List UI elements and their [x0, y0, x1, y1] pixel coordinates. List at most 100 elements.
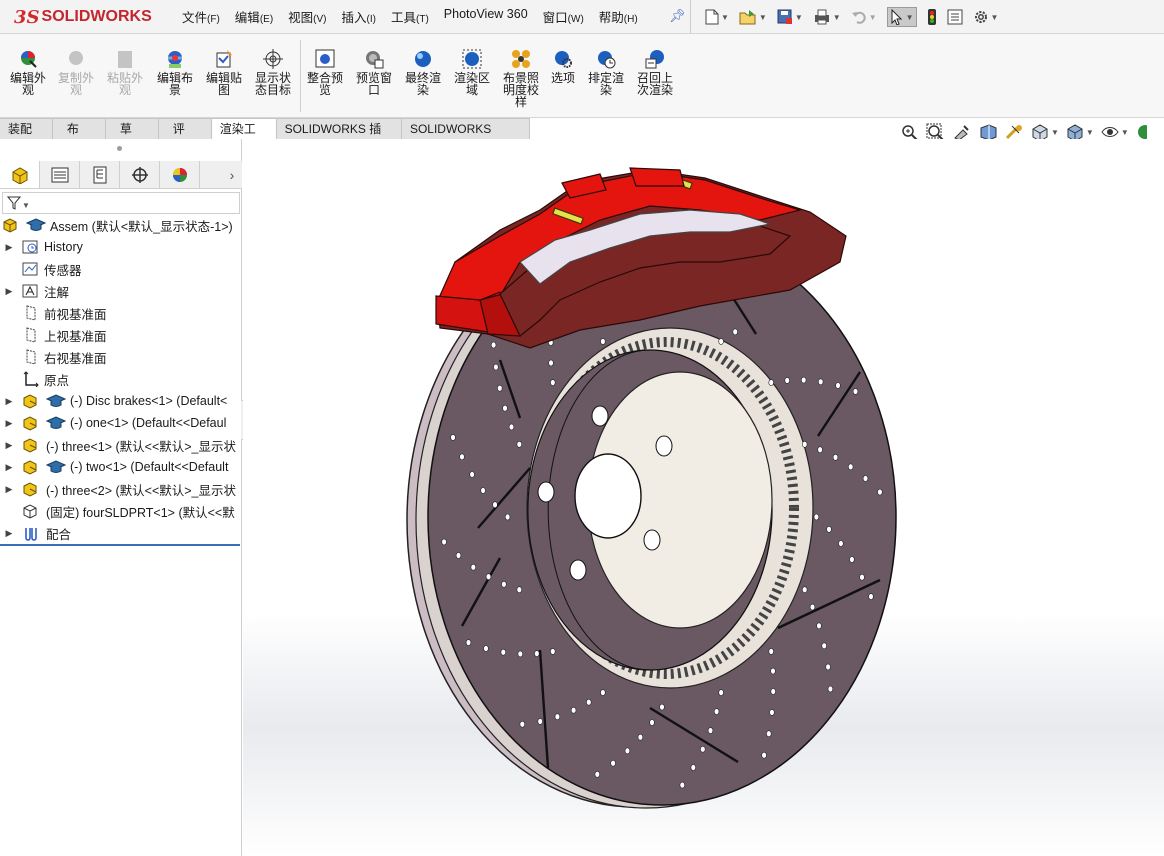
drill-hole — [570, 706, 577, 714]
subassembly-icon — [23, 416, 37, 431]
drill-hole — [707, 727, 714, 734]
tab-sketch[interactable]: 草图 — [105, 118, 159, 156]
menu-photoview[interactable]: PhotoView 360 — [444, 7, 528, 26]
tree-item-sensors[interactable]: 传感器 — [0, 258, 242, 280]
drill-hole — [817, 378, 824, 386]
display-state-target-icon — [263, 49, 283, 69]
filter-icon — [7, 196, 21, 210]
tree-item-disc-brakes[interactable]: ▶ (-) Disc brakes<1> (Default< — [0, 390, 242, 412]
final-render-button[interactable]: 最终渲染 — [399, 48, 447, 96]
tree-item-origin[interactable]: 原点 — [0, 368, 242, 390]
tree-item-history[interactable]: ▶ History — [0, 236, 242, 258]
expand-arrow-icon[interactable]: ▶ — [4, 418, 14, 429]
tree-item-three-2[interactable]: ▶ (-) three<2> (默认<<默认>_显示状 — [0, 478, 242, 500]
chevron-right-icon[interactable]: › — [222, 161, 242, 188]
print-icon[interactable]: ▼ — [813, 9, 841, 25]
edit-scene-button[interactable]: 编辑布景 — [151, 48, 199, 96]
configurationmanager-tab[interactable] — [80, 161, 120, 188]
rollback-bar[interactable] — [0, 544, 240, 546]
display-state-target-button[interactable]: 显示状态目标 — [249, 48, 297, 96]
integrated-preview-button[interactable]: 整合预览 — [301, 48, 349, 96]
tree-item-assem[interactable]: Assem (默认<默认_显示状态-1>) — [0, 214, 242, 236]
tree-item-top-plane[interactable]: 上视基准面 — [0, 324, 242, 346]
paste-appearance-icon — [118, 51, 132, 68]
edit-appearance-button[interactable]: 编辑外观 — [4, 48, 52, 96]
feature-tree: Assem (默认<默认_显示状态-1>) ▶ History 传感器 ▶ 注解 — [0, 214, 242, 544]
drill-hole — [455, 552, 462, 559]
hub-center-bore — [574, 453, 642, 539]
menus: 文件(F) 编辑(E) 视图(V) 插入(I) 工具(T) PhotoView … — [182, 7, 653, 26]
new-document-icon[interactable]: ▼ — [705, 9, 729, 25]
expand-arrow-icon[interactable]: ▶ — [4, 528, 14, 539]
solidworks-logo[interactable]: 3S SOLIDWORKS — [14, 4, 152, 30]
menu-edit[interactable]: 编辑(E) — [235, 7, 273, 26]
tab-render-tools[interactable]: 渲染工具 — [211, 118, 277, 156]
recall-last-render-button[interactable]: 召回上次渲染 — [631, 48, 679, 96]
tab-solidworks-addins[interactable]: SOLIDWORKS 插件 — [276, 118, 402, 156]
drill-hole — [847, 463, 854, 471]
drill-hole — [859, 573, 865, 581]
menu-window[interactable]: 窗口(W) — [543, 7, 584, 26]
tab-evaluate[interactable]: 评估 — [158, 118, 212, 156]
drill-hole — [501, 580, 507, 588]
panel-grip[interactable] — [117, 146, 122, 151]
scene-illumination-proof-button[interactable]: 布景照明度校样 — [497, 48, 545, 108]
drill-hole — [490, 341, 497, 349]
graduation-cap-icon — [46, 416, 66, 429]
drill-hole — [835, 382, 841, 389]
menu-file[interactable]: 文件(F) — [182, 7, 220, 26]
tab-layout[interactable]: 布局 — [52, 118, 106, 156]
expand-arrow-icon[interactable]: ▶ — [4, 440, 14, 451]
expand-arrow-icon[interactable]: ▶ — [4, 242, 14, 253]
drill-hole — [483, 645, 489, 652]
drill-hole — [502, 404, 508, 412]
menu-bar: 3S SOLIDWORKS 文件(F) 编辑(E) 视图(V) 插入(I) 工具… — [0, 0, 1164, 34]
tree-item-front-plane[interactable]: 前视基准面 — [0, 302, 242, 324]
tree-item-three-1[interactable]: ▶ (-) three<1> (默认<<默认>_显示状 — [0, 434, 242, 456]
traffic-light-icon[interactable] — [927, 8, 937, 26]
options-button[interactable]: 选项 — [539, 48, 587, 84]
featuremanager-tab[interactable] — [0, 161, 40, 188]
select-icon[interactable]: ▼ — [886, 7, 917, 27]
expand-arrow-icon[interactable]: ▶ — [4, 286, 14, 297]
tree-item-one[interactable]: ▶ (-) one<1> (Default<<Defaul — [0, 412, 242, 434]
tree-item-annotations[interactable]: ▶ 注解 — [0, 280, 242, 302]
dimxpert-tab[interactable] — [120, 161, 160, 188]
menu-insert[interactable]: 插入(I) — [342, 7, 376, 26]
undo-icon[interactable]: ▼ — [851, 9, 877, 25]
menu-view[interactable]: 视图(V) — [288, 7, 326, 26]
menu-tools[interactable]: 工具(T) — [391, 7, 429, 26]
drill-hole — [465, 639, 472, 646]
expand-arrow-icon[interactable]: ▶ — [4, 396, 14, 407]
expand-arrow-icon[interactable]: ▶ — [4, 462, 14, 473]
tab-assembly[interactable]: 装配体 — [0, 118, 53, 156]
graphics-area[interactable] — [243, 139, 1164, 856]
tree-filter[interactable]: ▼ — [2, 192, 240, 214]
tree-item-four-sldprt[interactable]: (固定) fourSLDPRT<1> (默认<<默 — [0, 500, 242, 522]
preview-window-button[interactable]: 预览窗口 — [350, 48, 398, 96]
expand-arrow-icon[interactable]: ▶ — [4, 484, 14, 495]
tab-solidworks-mbd[interactable]: SOLIDWORKS MBD — [401, 118, 530, 156]
propertymanager-tab[interactable] — [40, 161, 80, 188]
edit-decal-button[interactable]: 编辑贴图 — [200, 48, 248, 96]
history-icon — [22, 240, 38, 254]
schedule-render-button[interactable]: 排定渲染 — [582, 48, 630, 96]
tree-item-mates[interactable]: ▶ 配合 — [0, 522, 242, 544]
pin-icon[interactable]: 📌︎ — [669, 8, 686, 24]
render-region-button[interactable]: 渲染区域 — [448, 48, 496, 96]
drill-hole — [801, 440, 808, 448]
options-list-icon[interactable] — [947, 9, 963, 25]
plane-icon — [26, 327, 36, 343]
tree-item-two[interactable]: ▶ (-) two<1> (Default<<Default — [0, 456, 242, 478]
displaymanager-tab[interactable] — [160, 161, 200, 188]
open-icon[interactable]: ▼ — [739, 9, 767, 25]
drill-hole — [679, 781, 685, 789]
annotation-icon — [22, 284, 38, 298]
menu-help[interactable]: 帮助(H) — [599, 7, 638, 26]
save-icon[interactable]: ▼ — [777, 9, 803, 25]
disc-brake-model[interactable] — [243, 139, 1164, 856]
tree-item-right-plane[interactable]: 右视基准面 — [0, 346, 242, 368]
gear-icon[interactable]: ▼ — [973, 9, 998, 25]
paste-appearance-button[interactable]: 粘贴外观 — [101, 48, 149, 96]
copy-appearance-button[interactable]: 复制外观 — [52, 48, 100, 96]
